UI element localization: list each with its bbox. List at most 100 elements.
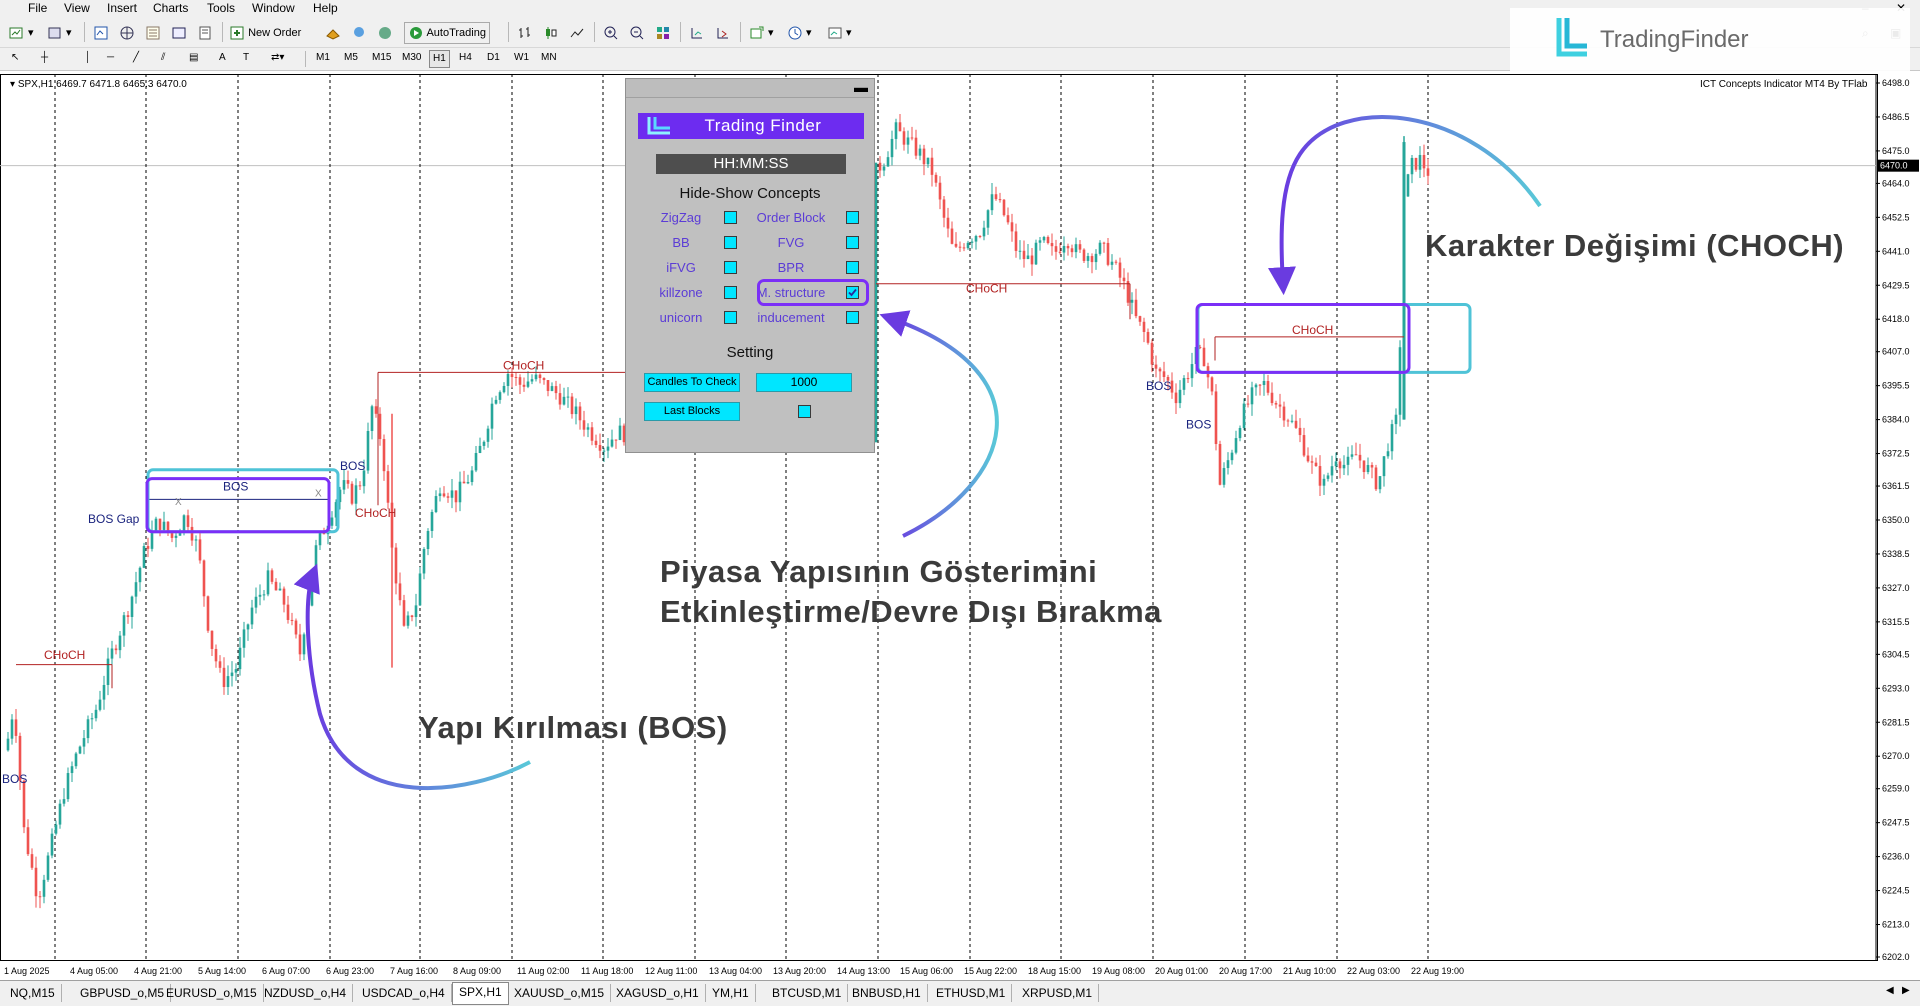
indicators-icon[interactable]: ▾ [748,22,775,44]
symbol-tab[interactable]: BTCUSD,M1 [766,984,849,1002]
line-chart-icon[interactable] [568,22,586,44]
chart-shift-icon[interactable] [688,22,706,44]
tab-scroll-right-icon[interactable]: ▶ [1902,985,1910,996]
panel-titlebar[interactable]: ▬ [626,79,874,98]
zigzag-checkbox[interactable] [724,211,737,224]
candle-body [526,381,530,387]
menu-tools[interactable]: Tools [203,1,239,15]
candle-body [938,182,942,200]
menu-charts[interactable]: Charts [149,1,192,15]
annotation-structure-line2: Etkinleştirme/Devre Dışı Bırakma [660,594,1162,629]
symbol-tab[interactable]: XAUUSD_o,M15 [508,984,612,1002]
time-label: 4 Aug 05:00 [70,966,118,976]
price-chart[interactable]: 6498.0 6486.5 6475.0 6464.0 6452.5 6441.0 6429… [0,74,1920,980]
price-label: 6270.0 [1882,751,1910,761]
time-label: 22 Aug 03:00 [1347,966,1400,976]
candle-body [1370,465,1374,468]
symbol-tab[interactable]: NQ,M15 [4,984,62,1002]
candle-body [1302,435,1306,456]
zoom-out-icon[interactable] [628,22,646,44]
last-blocks-button[interactable]: Last Blocks [644,402,740,421]
channel-icon[interactable]: ⫽ [158,50,168,66]
terminal-icon[interactable] [170,22,188,44]
symbol-tab[interactable]: USDCAD_o,H4 [356,984,452,1002]
menu-view[interactable]: View [60,1,94,15]
timeframe-m1[interactable]: M1 [313,50,333,66]
candle-body [1426,168,1430,176]
order-block-checkbox[interactable] [846,211,859,224]
price-label: 6236.0 [1882,852,1910,862]
candles-to-check-button[interactable]: Candles To Check [644,373,740,392]
fvg-checkbox[interactable] [846,236,859,249]
candle-body [1374,467,1378,490]
timeframe-h1[interactable]: H1 [429,50,450,68]
new-order-button[interactable]: New Order [228,22,302,44]
menu-help[interactable]: Help [309,1,342,15]
text-icon[interactable]: A [216,50,229,66]
menu-insert[interactable]: Insert [103,1,141,15]
timeframe-w1[interactable]: W1 [511,50,532,66]
timeframe-mn[interactable]: MN [538,50,560,66]
symbol-tab[interactable]: ETHUSD,M1 [930,984,1013,1002]
cursor-icon[interactable]: ↖ [8,50,22,66]
candle-body [34,867,38,897]
candle-body [1350,454,1354,457]
experts-icon[interactable] [350,22,368,44]
profiles-icon[interactable]: ▾ [46,22,73,44]
tab-scroll-left-icon[interactable]: ◀ [1886,985,1894,996]
ifvg-checkbox[interactable] [724,261,737,274]
bar-chart-icon[interactable] [516,22,534,44]
arrows-icon[interactable]: ⇄▾ [268,50,287,66]
timeframe-m15[interactable]: M15 [369,50,394,66]
strategy-tester-icon[interactable] [196,22,214,44]
crosshair-icon[interactable]: ┼ [38,50,51,66]
candles-value-input[interactable]: 1000 [756,373,852,392]
time-label: 22 Aug 19:00 [1411,966,1464,976]
periods-icon[interactable]: ▾ [786,22,813,44]
gold-icon[interactable] [324,22,342,44]
autoscroll-icon[interactable] [714,22,732,44]
symbol-tab[interactable]: BNBUSD,H1 [846,984,928,1002]
timeframe-d1[interactable]: D1 [484,50,503,66]
candle-body [578,406,582,421]
last-blocks-checkbox[interactable] [798,405,811,418]
text-label-icon[interactable]: T [240,50,252,66]
bb-checkbox[interactable] [724,236,737,249]
market-watch-icon[interactable] [92,22,110,44]
symbol-tab[interactable]: XRPUSD,M1 [1016,984,1100,1002]
candle-body [198,539,202,561]
zoom-in-icon[interactable] [602,22,620,44]
fibonacci-icon[interactable]: ▤ [186,50,201,66]
candlestick-icon[interactable] [542,22,560,44]
symbol-tab[interactable]: SPX,H1 [452,982,509,1005]
menu-file[interactable]: File [24,1,51,15]
timeframe-m30[interactable]: M30 [399,50,424,66]
tile-windows-icon[interactable] [654,22,672,44]
auto-trading-button[interactable]: AutoTrading [404,22,490,44]
signals-icon[interactable] [376,22,394,44]
candle-body [1386,451,1390,457]
symbol-tab[interactable]: NZDUSD_o,H4 [258,984,354,1002]
inducement-checkbox[interactable] [846,311,859,324]
data-window-icon[interactable] [144,22,162,44]
symbol-tab[interactable]: XAGUSD_o,H1 [610,984,706,1002]
navigator-icon[interactable] [118,22,136,44]
candle-body [218,661,222,668]
trendline-icon[interactable]: ╱ [130,50,142,66]
menu-window[interactable]: Window [248,1,299,15]
time-label: 6 Aug 23:00 [326,966,374,976]
candle-body [238,647,242,670]
symbol-tab[interactable]: EURUSD_o,M15 [160,984,264,1002]
symbol-tab[interactable]: GBPUSD_o,M5 [74,984,172,1002]
vertical-line-icon[interactable]: │ [82,50,94,66]
timeframe-m5[interactable]: M5 [341,50,361,66]
symbol-tab[interactable]: YM,H1 [706,984,756,1002]
horizontal-line-icon[interactable]: ─ [104,50,117,66]
templates-icon[interactable]: ▾ [826,22,853,44]
panel-minimize-icon[interactable]: ▬ [854,79,868,95]
killzone-checkbox[interactable] [724,286,737,299]
timeframe-h4[interactable]: H4 [456,50,475,66]
new-chart-icon[interactable]: ▾ [8,22,35,44]
bpr-checkbox[interactable] [846,261,859,274]
unicorn-checkbox[interactable] [724,311,737,324]
